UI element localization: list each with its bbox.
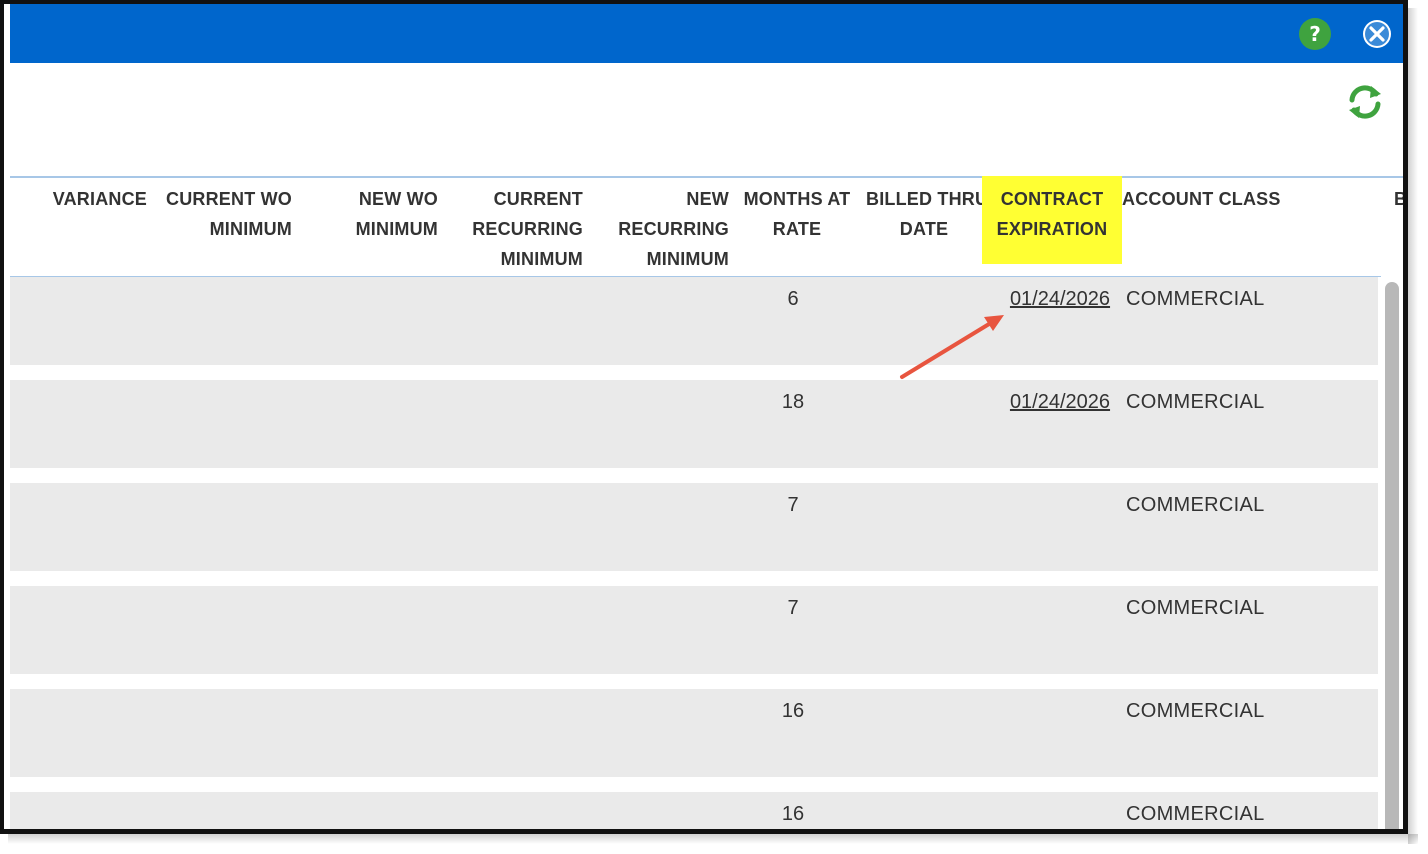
cell-contract-expiration-link[interactable]: 01/24/2026 [1000,285,1120,313]
column-header-months-at-rate[interactable]: MONTHS AT RATE [740,184,854,244]
cell-months-at-rate: 7 [787,494,799,516]
table-row[interactable]: 18 01/24/2026 COMMERCIAL [10,380,1378,468]
cell-account-class: COMMERCIAL [1126,803,1265,825]
cell-contract-expiration-link[interactable]: 01/24/2026 [1000,388,1120,416]
table-row[interactable]: 16 COMMERCIAL [10,689,1378,777]
cell-months-at-rate: 16 [781,803,805,825]
window-shadow [1408,8,1418,844]
dialog-window: ? VARIANCE CURRENT WO MINIMUM NEW WO MIN… [0,0,1408,834]
table-row[interactable]: 7 COMMERCIAL [10,483,1378,571]
cell-account-class: COMMERCIAL [1126,597,1265,619]
table-row[interactable]: 16 COMMERCIAL [10,792,1378,829]
cell-months-at-rate: 6 [787,288,799,310]
close-icon [1363,20,1391,48]
column-header-account-class[interactable]: ACCOUNT CLASS [1122,184,1302,214]
cell-account-class: COMMERCIAL [1126,391,1265,413]
cell-account-class: COMMERCIAL [1126,700,1265,722]
column-header-current-wo-minimum[interactable]: CURRENT WO MINIMUM [154,184,292,244]
refresh-button[interactable] [1345,82,1385,122]
table-header-top-border [10,176,1403,178]
cell-account-class: COMMERCIAL [1126,288,1265,310]
toolbar-area [10,63,1403,176]
table-row[interactable]: 7 COMMERCIAL [10,586,1378,674]
column-header-billed-thru-date[interactable]: BILLED THRU DATE [866,184,982,244]
refresh-icon [1349,85,1381,119]
table-row[interactable]: 6 01/24/2026 COMMERCIAL [10,277,1378,365]
column-header-contract-expiration[interactable]: CONTRACT EXPIRATION [982,184,1122,244]
close-button[interactable] [1361,18,1393,50]
annotation-arrow-icon [900,315,1004,379]
cell-months-at-rate: 18 [781,391,805,413]
cell-months-at-rate: 16 [781,700,805,722]
column-header-variance[interactable]: VARIANCE [34,184,147,214]
help-button[interactable]: ? [1299,18,1331,50]
cell-account-class: COMMERCIAL [1126,494,1265,516]
vertical-scrollbar-thumb[interactable] [1385,282,1399,829]
title-bar [10,4,1403,63]
column-header-new-wo-minimum[interactable]: NEW WO MINIMUM [304,184,438,244]
column-header-new-recurring-minimum[interactable]: NEW RECURRING MINIMUM [594,184,729,274]
column-header-partial[interactable]: B [1394,184,1403,214]
cell-months-at-rate: 7 [787,597,799,619]
column-header-current-recurring-minimum[interactable]: CURRENT RECURRING MINIMUM [444,184,583,274]
window-shadow [8,834,1418,844]
